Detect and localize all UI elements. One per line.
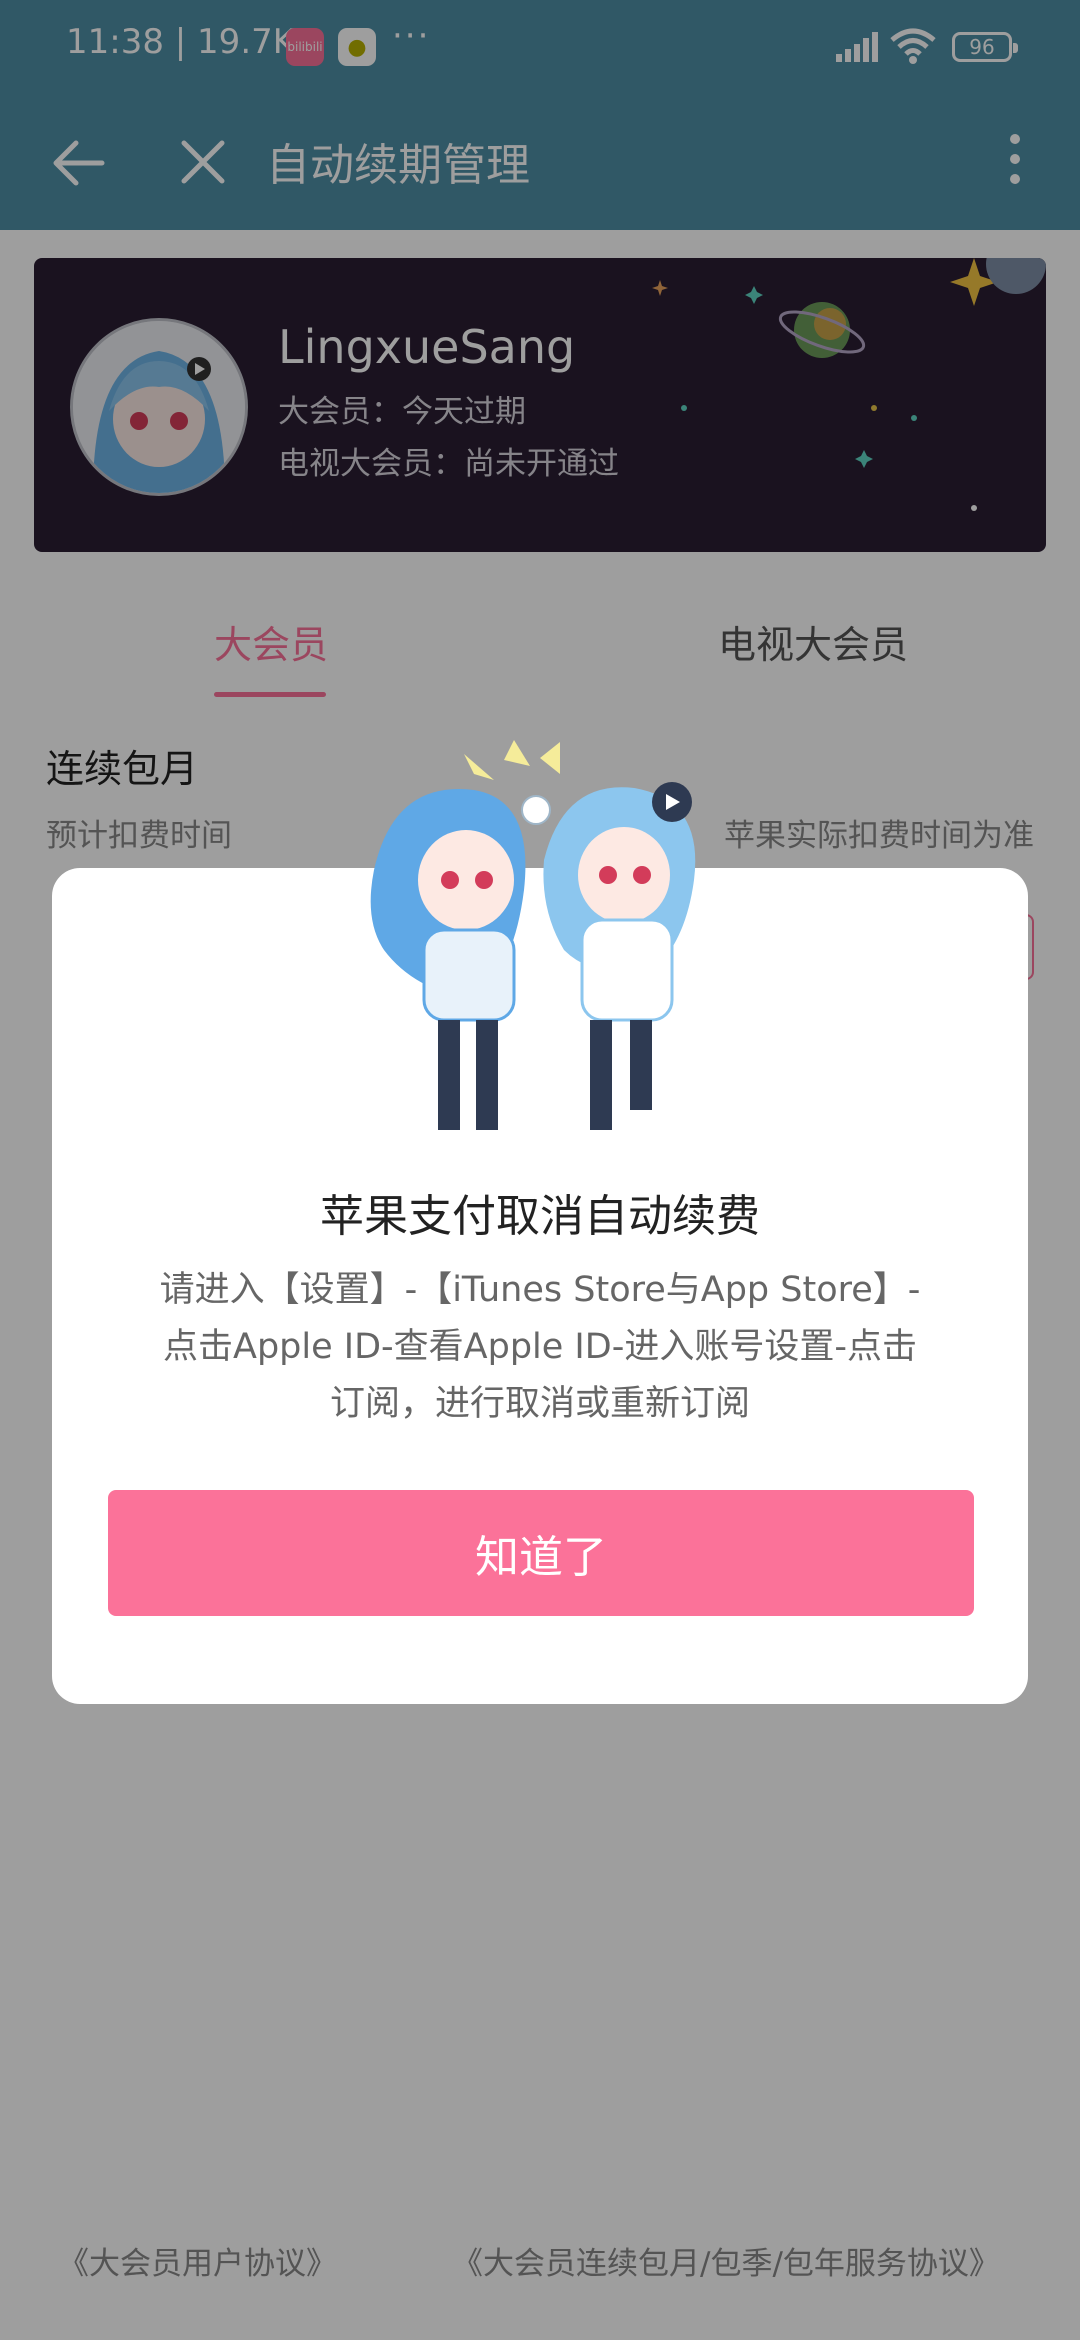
dialog-message-line: 订阅，进行取消或重新订阅 <box>329 1384 750 1424</box>
dialog-message-line: 点击Apple ID-查看Apple ID-进入账号设置-点击 <box>163 1327 917 1367</box>
dialog-message-line: 请进入【设置】-【iTunes Store与App Store】- <box>159 1270 921 1310</box>
got-it-button[interactable]: 知道了 <box>108 1490 974 1616</box>
mascot-illustration <box>370 740 696 1130</box>
dialog-message: 请进入【设置】-【iTunes Store与App Store】- 点击Appl… <box>140 1262 940 1433</box>
dialog-title: 苹果支付取消自动续费 <box>320 1191 760 1242</box>
